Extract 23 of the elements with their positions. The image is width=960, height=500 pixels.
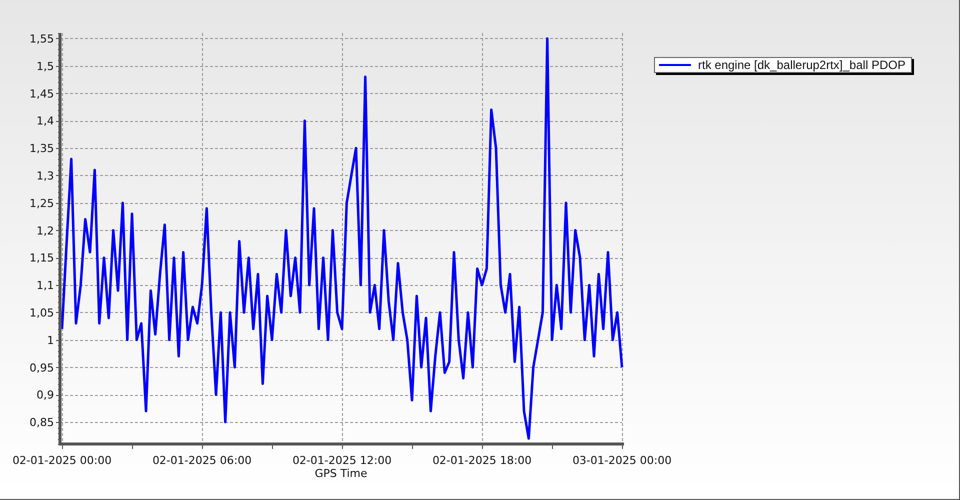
y-tick-label: 1,4 xyxy=(36,114,54,128)
y-tick-label: 1,5 xyxy=(36,60,54,73)
legend-label: rtk engine [dk_ballerup2rtx]_ball PDOP xyxy=(698,59,906,71)
x-tick-label: 02-01-2025 06:00 xyxy=(152,454,252,467)
x-tick-label: 03-01-2025 00:00 xyxy=(572,454,672,467)
y-tick-label: 1,1 xyxy=(36,279,54,292)
y-tick-label: 0,95 xyxy=(30,361,54,374)
y-tick-label: 0,9 xyxy=(36,388,54,402)
x-tick-label: 02-01-2025 12:00 xyxy=(292,454,392,467)
x-tick-label: 02-01-2025 00:00 xyxy=(12,454,112,467)
y-tick-label: 1,55 xyxy=(30,32,54,46)
y-tick-label: 1 xyxy=(47,334,54,347)
y-tick-label: 1,45 xyxy=(30,87,54,100)
y-tick-label: 1,05 xyxy=(30,306,54,320)
y-tick-label: 1,35 xyxy=(30,142,54,156)
y-tick-label: 0,85 xyxy=(30,416,54,430)
y-tick-label: 1,2 xyxy=(36,224,54,238)
y-tick-label: 1,25 xyxy=(30,196,54,210)
y-tick-label: 1,3 xyxy=(36,169,54,182)
x-axis-title: GPS Time xyxy=(314,467,368,480)
x-tick-label: 02-01-2025 18:00 xyxy=(432,454,532,467)
y-tick-label: 1,15 xyxy=(30,252,54,265)
legend-line-icon xyxy=(659,64,691,66)
